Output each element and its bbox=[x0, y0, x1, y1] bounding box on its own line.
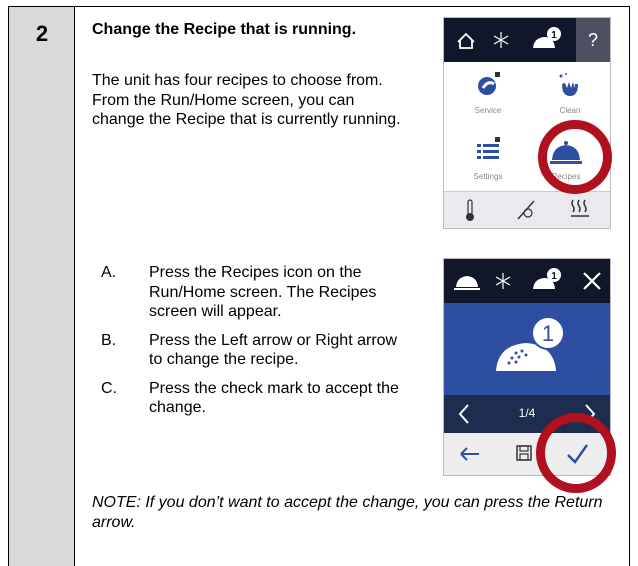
instruction-label: C. bbox=[101, 379, 117, 397]
instruction-item: B. Press the Left arrow or Right arrow t… bbox=[101, 331, 401, 370]
step-content: Change the Recipe that is running. The u… bbox=[75, 7, 629, 566]
recipe-badge-icon: 1 bbox=[533, 27, 561, 48]
recipe-panel: 1 bbox=[444, 303, 610, 395]
home-badge-number: 1 bbox=[551, 30, 557, 41]
recipe-badge-icon: 1 bbox=[533, 268, 561, 289]
heat-icon bbox=[571, 199, 589, 217]
step-heading: Change the Recipe that is running. bbox=[92, 21, 357, 38]
instruction-list: A. Press the Recipes icon on the Run/Hom… bbox=[101, 263, 401, 427]
snowflake-icon bbox=[495, 273, 511, 289]
home-bottom-bar bbox=[444, 191, 610, 228]
probe-icon bbox=[517, 200, 535, 220]
instruction-label: A. bbox=[101, 264, 117, 281]
tile-settings-label: Settings bbox=[473, 172, 503, 181]
tile-service-label: Service bbox=[474, 106, 502, 115]
instruction-item: C. Press the check mark to accept the ch… bbox=[101, 379, 401, 418]
snowflake-icon bbox=[493, 32, 509, 48]
recipe-badge-icon: 1 bbox=[496, 316, 565, 371]
save-icon bbox=[516, 445, 532, 461]
home-top-bar: 1 ? bbox=[444, 18, 610, 62]
return-arrow-icon bbox=[460, 447, 479, 461]
tile-clean-label: Clean bbox=[559, 106, 581, 115]
clean-hand-icon bbox=[559, 73, 578, 96]
note-text: NOTE: If you don’t want to accept the ch… bbox=[92, 494, 603, 531]
close-icon bbox=[583, 272, 601, 290]
thermometer-icon bbox=[466, 199, 474, 221]
instruction-text: Press the check mark to accept the chang… bbox=[149, 379, 399, 417]
step-intro: The unit has four recipes to choose from… bbox=[92, 72, 401, 128]
home-icon bbox=[457, 32, 475, 49]
help-icon: ? bbox=[576, 18, 610, 62]
recipes-highlight-ring bbox=[538, 120, 612, 194]
cloche-icon bbox=[454, 276, 480, 290]
recipe-top-badge-number: 1 bbox=[551, 271, 557, 282]
instruction-card: 2 Change the Recipe that is running. The… bbox=[8, 6, 630, 566]
step-column: 2 bbox=[9, 7, 75, 566]
recipe-top-bar: 1 bbox=[444, 259, 610, 303]
wrench-icon bbox=[478, 72, 500, 95]
instruction-label: B. bbox=[101, 331, 117, 349]
home-screen-illustration: 1 ? Service Clean Settings Recipes bbox=[443, 17, 612, 229]
checkmark-highlight-ring bbox=[536, 413, 616, 493]
list-icon bbox=[477, 137, 500, 159]
instruction-text: Press the Recipes icon on the Run/Home s… bbox=[149, 264, 377, 320]
recipe-screen-illustration: 1 1 1/4 bbox=[443, 258, 616, 493]
recipe-number-badge: 1 bbox=[542, 321, 554, 346]
step-number: 2 bbox=[35, 21, 49, 46]
instruction-item: A. Press the Recipes icon on the Run/Hom… bbox=[101, 263, 401, 322]
instruction-text: Press the Left arrow or Right arrow to c… bbox=[149, 331, 398, 369]
